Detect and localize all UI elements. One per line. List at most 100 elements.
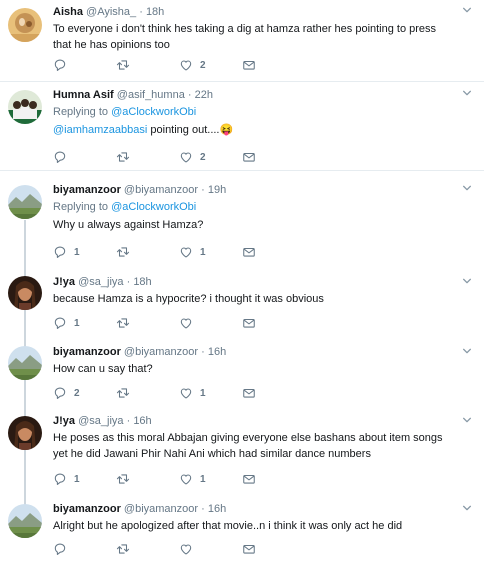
reply-button[interactable]: 1 — [53, 472, 116, 486]
chevron-down-icon[interactable] — [462, 88, 472, 98]
timestamp[interactable]: 16h — [133, 415, 151, 427]
retweet-button[interactable] — [116, 58, 179, 72]
like-count: 2 — [200, 151, 206, 163]
tweet-4[interactable]: J!ya @sa_jiya · 18h because Hamza is a h… — [0, 268, 484, 338]
heart-icon — [179, 316, 193, 330]
chevron-down-icon[interactable] — [462, 276, 472, 286]
direct-message-button[interactable] — [242, 472, 305, 486]
envelope-icon — [242, 472, 256, 486]
reply-button[interactable]: 2 — [53, 386, 116, 400]
replying-to-handle[interactable]: @aClockworkObi — [111, 106, 196, 118]
envelope-icon — [242, 386, 256, 400]
tweet-3[interactable]: biyamanzoor @biyamanzoor · 19h Replying … — [0, 171, 484, 261]
reply-button[interactable]: 1 — [53, 245, 116, 259]
like-button[interactable]: 2 — [179, 150, 242, 164]
user-handle[interactable]: @biyamanzoor — [124, 184, 198, 196]
tweet-text: How can u say that? — [53, 363, 153, 375]
display-name[interactable]: biyamanzoor — [53, 184, 121, 196]
timestamp[interactable]: 22h — [195, 89, 213, 101]
tweet-7[interactable]: biyamanzoor @biyamanzoor · 16h Alright b… — [0, 496, 484, 566]
avatar[interactable] — [8, 90, 42, 124]
timestamp[interactable]: 18h — [146, 6, 164, 18]
envelope-icon — [242, 542, 256, 556]
heart-icon — [179, 58, 193, 72]
user-handle[interactable]: @sa_jiya — [78, 415, 123, 427]
direct-message-button[interactable] — [242, 150, 305, 164]
timestamp[interactable]: 16h — [208, 346, 226, 358]
display-name[interactable]: biyamanzoor — [53, 346, 121, 358]
mention-link[interactable]: @iamhamzaabbasi — [53, 124, 147, 136]
user-handle[interactable]: @Ayisha_ — [86, 6, 136, 18]
direct-message-button[interactable] — [242, 542, 305, 556]
timestamp[interactable]: 16h — [208, 503, 226, 515]
like-button[interactable] — [179, 542, 242, 556]
retweet-button[interactable] — [116, 150, 179, 164]
reply-count: 1 — [74, 317, 80, 329]
tweet-header: J!ya @sa_jiya · 18h — [53, 275, 456, 289]
retweet-button[interactable] — [116, 472, 179, 486]
heart-icon — [179, 542, 193, 556]
avatar[interactable] — [8, 276, 42, 310]
chevron-down-icon[interactable] — [462, 415, 472, 425]
like-count: 1 — [200, 246, 206, 258]
tweet-1[interactable]: Aisha @Ayisha_ · 18h To everyone i don't… — [0, 0, 484, 82]
display-name[interactable]: Aisha — [53, 6, 83, 18]
like-button[interactable]: 1 — [179, 386, 242, 400]
separator-dot: · — [201, 503, 205, 515]
avatar[interactable] — [8, 185, 42, 219]
tweet-header: Humna Asif @asif_humna · 22h — [53, 88, 456, 102]
direct-message-button[interactable] — [242, 386, 305, 400]
user-handle[interactable]: @sa_jiya — [78, 276, 123, 288]
direct-message-button[interactable] — [242, 245, 305, 259]
reply-button[interactable] — [53, 150, 116, 164]
reply-button[interactable] — [53, 58, 116, 72]
reply-icon — [53, 542, 67, 556]
display-name[interactable]: Humna Asif — [53, 89, 114, 101]
avatar[interactable] — [8, 346, 42, 380]
retweet-button[interactable] — [116, 245, 179, 259]
replying-to-handle[interactable]: @aClockworkObi — [111, 201, 196, 213]
like-button[interactable]: 2 — [179, 58, 242, 72]
like-button[interactable] — [179, 316, 242, 330]
reply-icon — [53, 472, 67, 486]
user-handle[interactable]: @biyamanzoor — [124, 503, 198, 515]
chevron-down-icon[interactable] — [462, 503, 472, 513]
user-handle[interactable]: @asif_humna — [117, 89, 185, 101]
envelope-icon — [242, 58, 256, 72]
tweet-text: Alright but he apologized after that mov… — [53, 520, 403, 532]
chevron-down-icon[interactable] — [462, 346, 472, 356]
display-name[interactable]: J!ya — [53, 415, 75, 427]
retweet-button[interactable] — [116, 316, 179, 330]
replying-to-label: Replying to — [53, 106, 109, 118]
like-button[interactable]: 1 — [179, 472, 242, 486]
display-name[interactable]: biyamanzoor — [53, 503, 121, 515]
separator-dot: · — [126, 276, 131, 288]
timestamp[interactable]: 19h — [208, 184, 226, 196]
tweet-5[interactable]: biyamanzoor @biyamanzoor · 16h How can u… — [0, 338, 484, 406]
reply-button[interactable]: 1 — [53, 316, 116, 330]
reply-button[interactable] — [53, 542, 116, 556]
direct-message-button[interactable] — [242, 316, 305, 330]
timestamp[interactable]: 18h — [133, 276, 151, 288]
avatar[interactable] — [8, 504, 42, 538]
heart-icon — [179, 386, 193, 400]
user-handle[interactable]: @biyamanzoor — [124, 346, 198, 358]
chevron-down-icon[interactable] — [462, 5, 472, 15]
retweet-button[interactable] — [116, 386, 179, 400]
direct-message-button[interactable] — [242, 58, 305, 72]
avatar[interactable] — [8, 416, 42, 450]
tweet-2[interactable]: Humna Asif @asif_humna · 22h Replying to… — [0, 82, 484, 171]
display-name[interactable]: J!ya — [53, 276, 75, 288]
tweet-header: J!ya @sa_jiya · 16h — [53, 414, 456, 428]
chevron-down-icon[interactable] — [462, 183, 472, 193]
tweet-6[interactable]: J!ya @sa_jiya · 16h He poses as this mor… — [0, 408, 484, 496]
tweet-text-body: pointing out.... — [147, 124, 220, 136]
like-button[interactable]: 1 — [179, 245, 242, 259]
tweet-header: biyamanzoor @biyamanzoor · 19h — [53, 183, 456, 197]
retweet-button[interactable] — [116, 542, 179, 556]
avatar[interactable] — [8, 8, 42, 42]
like-count: 1 — [200, 473, 206, 485]
separator-dot: · — [139, 6, 143, 18]
reply-icon — [53, 150, 67, 164]
tweet-header: biyamanzoor @biyamanzoor · 16h — [53, 502, 456, 516]
